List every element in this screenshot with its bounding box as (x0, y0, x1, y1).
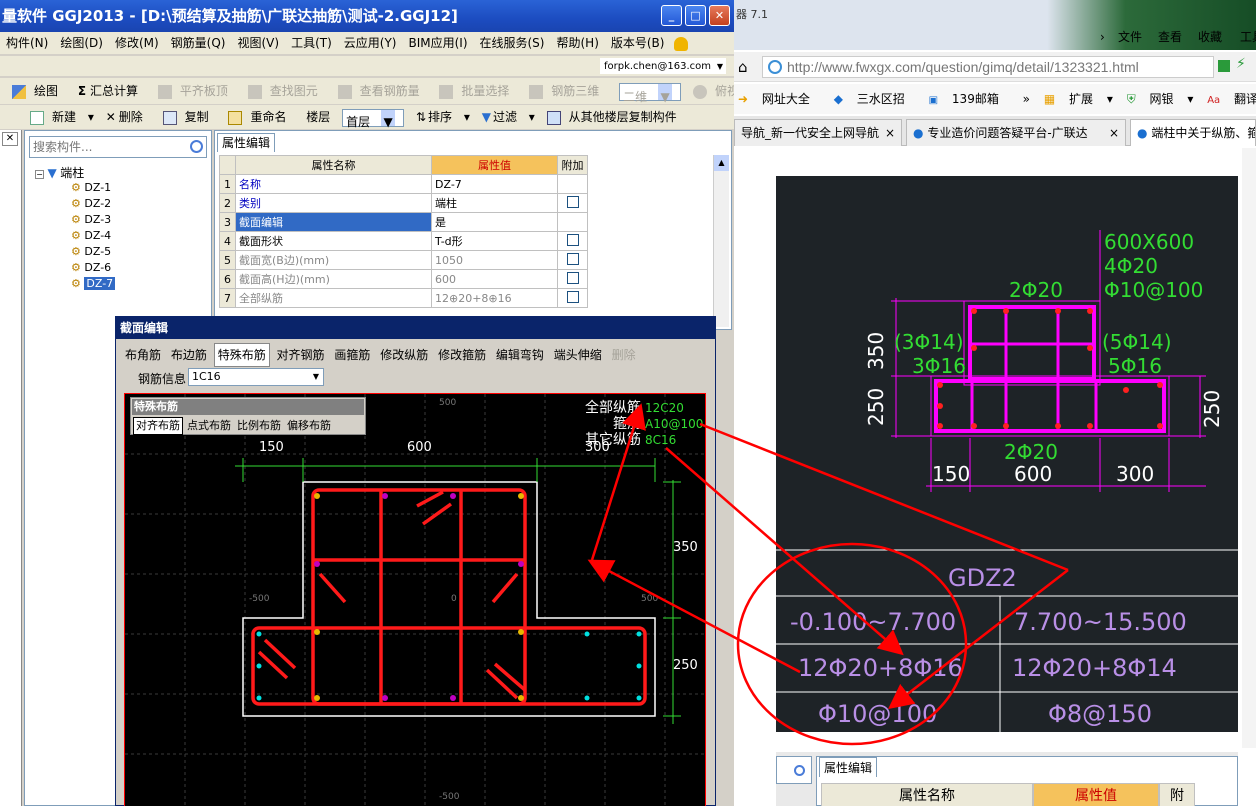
annotation-overlay (587, 403, 1069, 746)
annotation-arrow (590, 403, 646, 561)
annotation-arrow (587, 559, 801, 674)
annotation-arrow (888, 569, 1069, 710)
annotation-arrow (665, 447, 904, 656)
annotation-circle (736, 542, 968, 746)
